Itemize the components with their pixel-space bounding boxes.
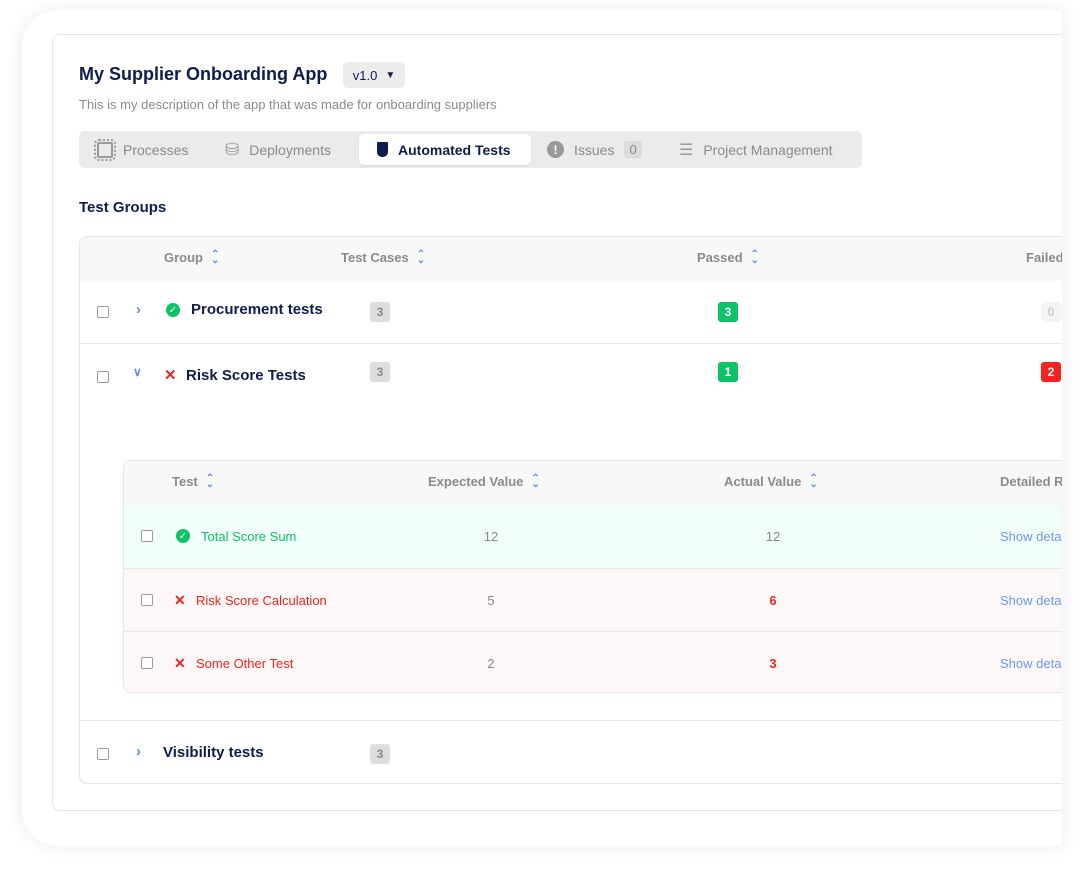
expected-value: 2 (487, 656, 495, 671)
group-name: Visibility tests (163, 744, 264, 761)
header-failed[interactable]: Failed (1026, 250, 1062, 265)
sort-icon: ⌃ ⌄ (531, 472, 540, 490)
sort-icon: ⌃ ⌄ (416, 248, 426, 266)
app-title: My Supplier Onboarding App (79, 64, 328, 84)
row-checkbox[interactable] (141, 657, 153, 669)
row-checkbox[interactable] (141, 530, 153, 542)
tab-deployments[interactable]: ⛁ Deployments (211, 134, 345, 165)
show-details-link[interactable]: Show details (1000, 593, 1062, 608)
tab-label: Deployments (249, 141, 331, 158)
header-group[interactable]: Group ⌃ ⌄ (164, 248, 220, 266)
header-test[interactable]: Test ⌃ ⌄ (172, 472, 215, 490)
tab-label: Automated Tests (398, 141, 511, 158)
sort-icon: ⌃ ⌄ (211, 248, 220, 266)
tab-automated-tests[interactable]: Automated Tests (359, 134, 531, 165)
header-detailed: Detailed R (1000, 474, 1062, 489)
section-title: Test Groups (79, 199, 167, 216)
check-circle-icon: ✓ (166, 303, 180, 317)
row-checkbox[interactable] (97, 306, 109, 318)
passed-badge: 3 (718, 302, 738, 322)
database-check-icon: ⛁ (225, 139, 240, 159)
chevron-down-icon[interactable]: ∨ (133, 365, 142, 379)
alert-circle-icon: ! (547, 141, 564, 158)
test-groups-table: Group ⌃ ⌄ Test Cases ⌃ ⌄ Passed ⌃ ⌄ Failed › ✓… (79, 236, 1062, 784)
version-dropdown[interactable]: v1.0 ▼ (343, 62, 405, 88)
caret-down-icon: ▼ (385, 69, 396, 81)
chevron-right-icon[interactable]: › (136, 743, 141, 760)
issues-count-badge: 0 (624, 141, 642, 158)
tab-issues[interactable]: ! Issues 0 (533, 134, 656, 165)
tab-processes[interactable]: Processes (83, 134, 202, 165)
failed-badge: 0 (1041, 302, 1061, 322)
test-name: Total Score Sum (201, 529, 297, 544)
row-checkbox[interactable] (141, 594, 153, 606)
actual-value: 3 (769, 656, 777, 671)
app-frame: My Supplier Onboarding App v1.0 ▼ This i… (22, 10, 1062, 846)
header-test-cases[interactable]: Test Cases ⌃ ⌄ (341, 248, 426, 266)
tab-label: Issues (574, 141, 615, 158)
header-passed[interactable]: Passed ⌃ ⌄ (697, 248, 759, 266)
test-cases-badge: 3 (370, 362, 390, 382)
group-name: Risk Score Tests (186, 367, 306, 384)
row-checkbox[interactable] (97, 748, 109, 760)
test-cases-badge: 3 (370, 302, 390, 322)
x-icon: ✕ (174, 655, 186, 671)
tab-project-management[interactable]: ☰ Project Management (665, 134, 847, 165)
actual-value: 12 (765, 529, 781, 544)
row-checkbox[interactable] (97, 371, 109, 383)
x-icon: ✕ (174, 592, 186, 608)
tab-bar: Processes ⛁ Deployments Automated Tests … (79, 131, 862, 168)
show-details-link[interactable]: Show details (1000, 656, 1062, 671)
sort-icon: ⌃ ⌄ (750, 248, 759, 266)
group-name: Procurement tests (191, 301, 323, 318)
actual-value: 6 (769, 593, 777, 608)
passed-badge: 1 (718, 362, 738, 382)
failed-badge: 2 (1041, 362, 1061, 382)
header-actual-value[interactable]: Actual Value ⌃ ⌄ (724, 472, 818, 490)
tab-label: Project Management (703, 141, 833, 158)
expected-value: 12 (483, 529, 499, 544)
version-label: v1.0 (352, 67, 378, 83)
test-name: Risk Score Calculation (196, 593, 327, 608)
test-tube-icon (377, 142, 388, 157)
app-description: This is my description of the app that w… (79, 97, 497, 112)
show-details-link[interactable]: Show details (1000, 529, 1062, 544)
header-expected-value[interactable]: Expected Value ⌃ ⌄ (428, 472, 540, 490)
chevron-right-icon[interactable]: › (136, 301, 141, 318)
tests-subtable: Test ⌃ ⌄ Expected Value ⌃ ⌄ Actual Value ⌃ ⌄ D… (123, 460, 1062, 693)
test-name: Some Other Test (196, 656, 294, 671)
test-cases-badge: 3 (370, 744, 390, 764)
expected-value: 5 (487, 593, 495, 608)
check-circle-icon: ✓ (176, 529, 190, 543)
chip-icon (94, 138, 116, 161)
sort-icon: ⌃ ⌄ (205, 472, 215, 490)
checklist-icon: ☰ (679, 141, 694, 159)
table-header (80, 237, 1062, 281)
sort-icon: ⌃ ⌄ (809, 472, 818, 490)
x-icon: ✕ (164, 367, 177, 384)
tab-label: Processes (123, 141, 189, 158)
